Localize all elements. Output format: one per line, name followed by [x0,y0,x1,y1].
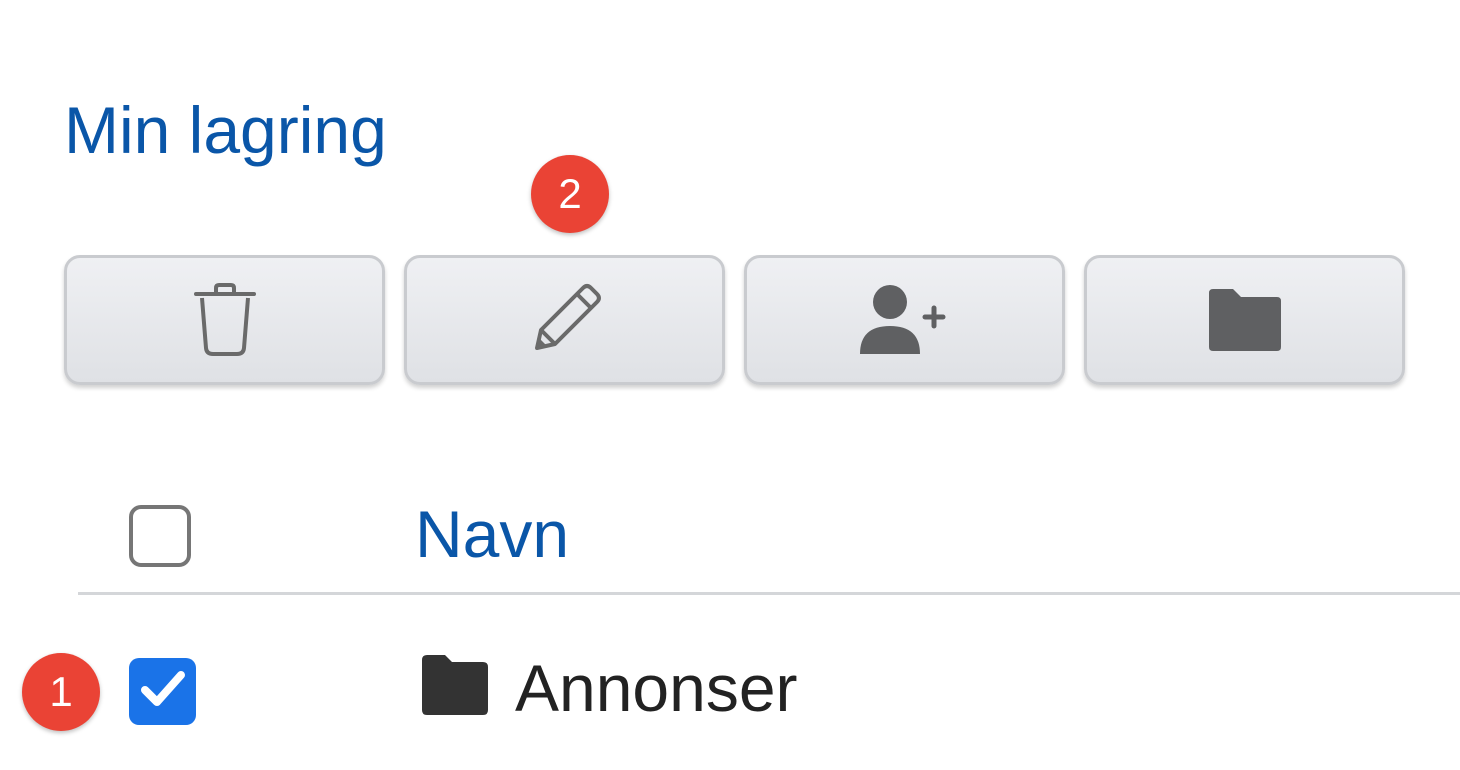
add-user-icon [858,282,952,358]
folder-icon [421,654,489,721]
step-badge-2: 2 [531,155,609,233]
storage-page: Min lagring 2 Navn 1 Annonser [0,0,1460,770]
name-column-header[interactable]: Navn [415,494,569,574]
page-title: Min lagring [64,93,387,167]
select-all-checkbox[interactable] [129,505,191,567]
folder-icon [1207,287,1283,353]
row-checkbox[interactable] [129,658,196,725]
delete-button[interactable] [64,255,385,385]
trash-icon [192,282,258,358]
pencil-icon [525,280,605,360]
step-badge-1: 1 [22,653,100,731]
table-header: Navn [78,480,1460,595]
share-button[interactable] [744,255,1065,385]
table-row[interactable]: 1 Annonser [0,640,1460,740]
file-name[interactable]: Annonser [515,648,798,728]
rename-button[interactable] [404,255,725,385]
checkmark-icon [140,669,186,714]
toolbar [64,255,1405,385]
new-folder-button[interactable] [1084,255,1405,385]
